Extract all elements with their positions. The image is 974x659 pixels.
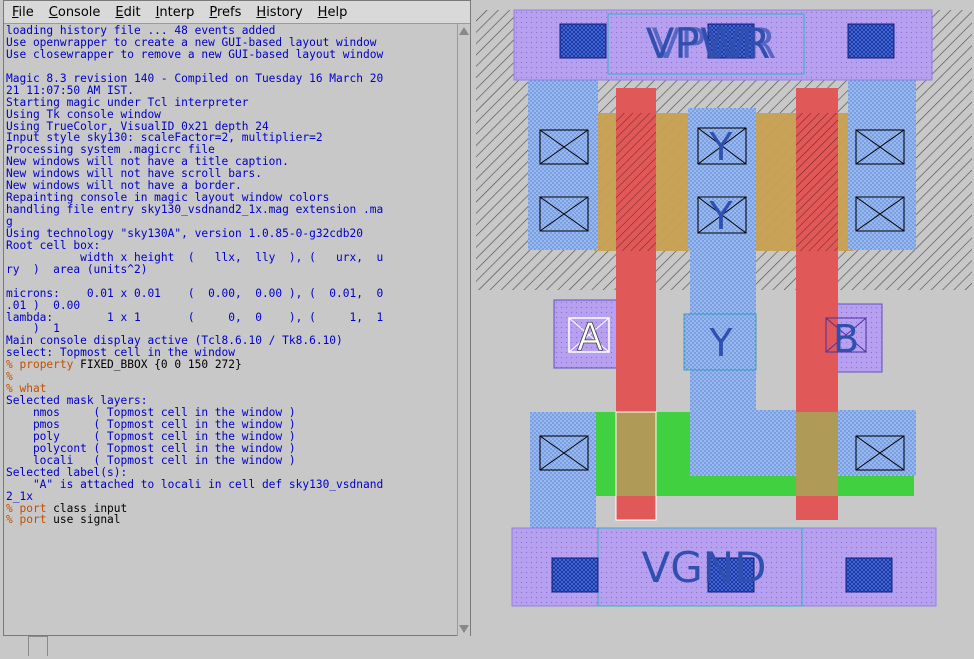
tk-console-window: File Console Edit Interp Prefs History H… [3,0,471,636]
console-line: 21 11:07:50 AM IST. [6,83,134,97]
console-line: handling file entry sky130_vsdnand2_1x.m… [6,203,384,217]
menu-interp[interactable]: Interp [148,5,202,20]
console-line: lambda: 1 x 1 ( 0, 0 ), ( 1, 1 [6,310,384,324]
console-line: locali ( Topmost cell in the window ) [6,453,296,467]
nmos-b-channel [796,412,838,496]
locali-right-pmos [848,80,916,250]
console-scrollbar[interactable] [457,24,470,636]
pmos-b-channel [796,113,838,251]
console-line: % port use signal [6,513,121,527]
console-line: "A" is attached to locali in cell def sk… [6,477,384,491]
menu-file[interactable]: File [4,5,41,20]
scroll-down-arrow-icon[interactable] [459,625,469,633]
taskbar-button[interactable] [28,636,48,656]
console-line: microns: 0.01 x 0.01 ( 0.00, 0.00 ), ( 0… [6,286,384,300]
console-line: Magic 8.3 revision 140 - Compiled on Tue… [6,71,384,85]
y-label-2: Y [708,194,733,238]
nmos-a-channel [616,412,656,496]
vgnd-label: VGND [641,543,766,592]
menu-console[interactable]: Console [41,5,108,20]
console-line: Using Tk console window [6,107,161,121]
console-line: % [6,370,13,384]
menubar: File Console Edit Interp Prefs History H… [4,1,470,24]
console-line: Starting magic under Tcl interpreter [6,95,249,109]
console-text-area[interactable]: loading history file ... 48 events added… [6,25,458,635]
a-label: A [577,315,603,359]
scroll-up-arrow-icon[interactable] [459,27,469,35]
magic-layout-canvas[interactable]: VPWR VPWR VGND A B Y Y Y [474,0,974,655]
console-line: % property FIXED_BBOX {0 0 150 272} [6,358,242,372]
console-line: polycont ( Topmost cell in the window ) [6,441,296,455]
console-line: ry ) area (units^2) [6,262,148,276]
b-label: B [833,317,859,361]
menu-history[interactable]: History [248,5,309,20]
y-label-3: Y [708,321,733,365]
console-line: Selected label(s): [6,465,128,479]
console-line: width x height ( llx, lly ), ( urx, u [6,250,384,264]
menu-help[interactable]: Help [310,5,355,20]
menu-edit[interactable]: Edit [107,5,147,20]
layout-svg: VPWR VPWR VGND A B Y Y Y [474,0,974,655]
svg-text:VPWR: VPWR [652,19,777,68]
pmos-a-channel [616,113,656,251]
y-label-1: Y [708,125,733,169]
console-line: .01 ) 0.00 [6,298,81,312]
menu-prefs[interactable]: Prefs [201,5,248,20]
console-line: Use closewrapper to remove a new GUI-bas… [6,47,384,61]
